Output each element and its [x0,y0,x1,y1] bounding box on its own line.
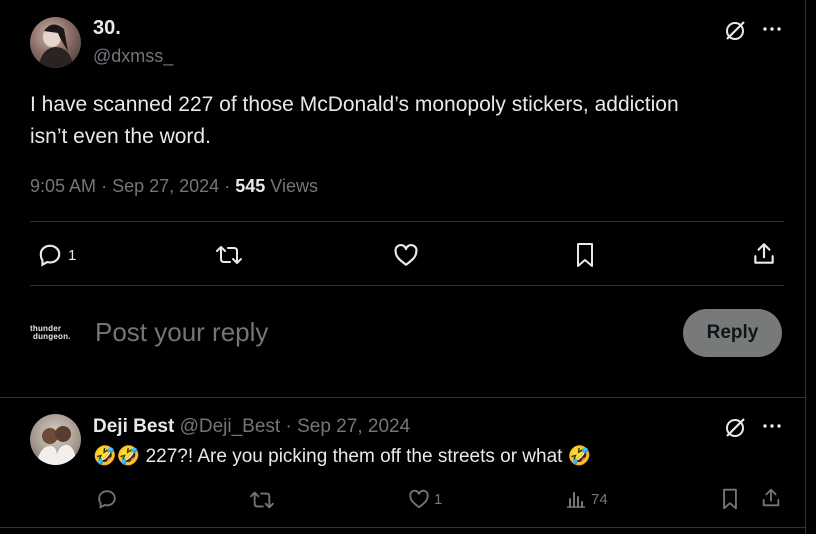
avatar-figure-icon [36,426,76,465]
retweet-icon[interactable] [249,489,275,511]
meta-separator: · [285,416,292,437]
more-icon[interactable] [762,24,782,34]
tweet-text-line-2: isn’t even the word. [30,125,211,148]
grok-icon[interactable] [723,416,747,440]
views-label: Views [270,176,318,196]
tweet-time[interactable]: 9:05 AM [30,176,96,196]
divider [0,397,806,398]
like-icon[interactable] [408,489,430,509]
reply-input[interactable]: Post your reply [95,317,268,348]
meta-separator: · [101,176,108,196]
composer-avatar: thunder dungeon. [30,325,70,341]
views-icon[interactable] [565,489,587,509]
like-icon[interactable] [393,243,419,267]
reply-button[interactable]: Reply [683,309,782,357]
views-count: 545 [235,176,266,196]
avatar-text-line-2: dungeon. [33,332,71,341]
meta-separator: · [224,176,231,196]
timeline-column: 30. @dxmss_ I have scanned 227 of those … [0,0,806,534]
share-icon[interactable] [760,487,782,509]
tweet-date[interactable]: Sep 27, 2024 [112,176,219,196]
bookmark-icon[interactable] [721,488,739,510]
reply-text: 🤣🤣 227?! Are you picking them off the st… [93,444,591,468]
divider [30,285,784,286]
share-icon[interactable] [751,241,777,267]
reply-display-name[interactable]: Deji Best [93,416,174,437]
reply-meta: Deji Best @Deji_Best · Sep 27, 2024 [93,416,410,438]
more-icon[interactable] [762,421,782,431]
reply-icon[interactable] [37,242,63,268]
retweet-icon[interactable] [215,243,243,267]
divider [0,527,806,528]
divider [30,221,784,222]
reply-author-avatar[interactable] [30,414,81,465]
avatar-figure-icon [38,24,74,68]
reply-text-body: 227?! Are you picking them off the stree… [145,446,563,467]
author-display-name[interactable]: 30. [93,17,121,40]
emoji-rofl-icon: 🤣 [567,446,592,467]
author-handle[interactable]: @dxmss_ [93,46,173,67]
reply-count: 1 [68,247,77,264]
views-count: 74 [591,491,608,508]
grok-icon[interactable] [723,19,747,43]
emoji-rofl-icon: 🤣🤣 [93,446,141,467]
reply-icon[interactable] [96,488,118,510]
reply-handle[interactable]: @Deji_Best [180,416,281,437]
tweet-meta: 9:05 AM · Sep 27, 2024 · 545 Views [30,176,318,197]
bookmark-icon[interactable] [575,242,595,268]
tweet-text-line-1: I have scanned 227 of those McDonald’s m… [30,93,679,116]
reply-date[interactable]: Sep 27, 2024 [297,416,410,437]
author-avatar[interactable] [30,17,81,68]
like-count: 1 [434,491,443,508]
